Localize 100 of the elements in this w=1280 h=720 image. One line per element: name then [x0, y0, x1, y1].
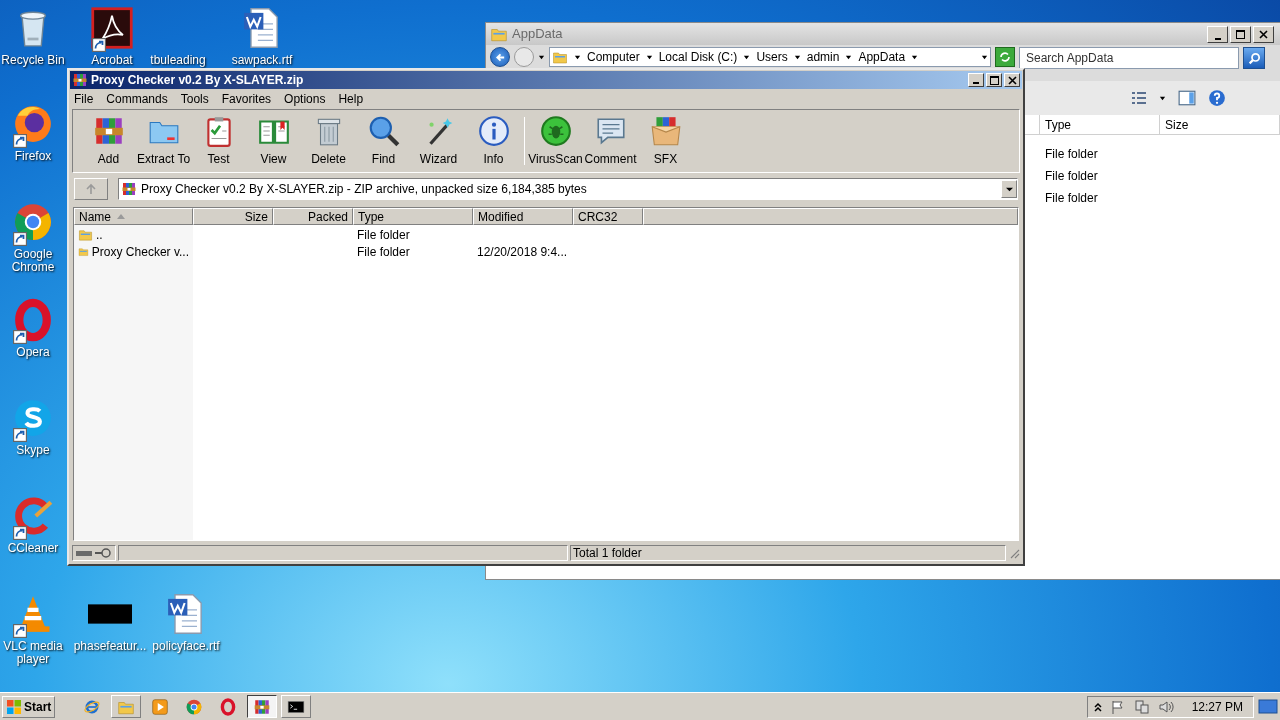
caret-icon: [1005, 185, 1013, 193]
close-button[interactable]: [1253, 25, 1274, 43]
menu-item[interactable]: File: [74, 90, 94, 108]
table-cell-text: File folder: [1044, 168, 1099, 185]
close-button[interactable]: [1004, 73, 1020, 87]
toolbar-button[interactable]: Delete: [301, 112, 356, 170]
address-bar[interactable]: Computer Local Disk (C:) Users admin AppData: [549, 47, 991, 67]
desktop-icon-label[interactable]: Firefox: [14, 150, 52, 163]
breadcrumb[interactable]: Computer: [587, 50, 640, 64]
close-icon: [1259, 29, 1268, 39]
caret-icon[interactable]: [538, 53, 545, 61]
chevron-up-icon[interactable]: [1093, 701, 1102, 712]
view-options-icon[interactable]: [1131, 90, 1147, 106]
folder-icon: [78, 227, 93, 242]
refresh-icon: [999, 51, 1011, 63]
maximize-button[interactable]: [1230, 25, 1251, 43]
toolbar-button[interactable]: VirusScan: [528, 112, 583, 170]
key-icon: [95, 548, 111, 558]
column-header[interactable]: Modified: [473, 208, 573, 225]
column-header[interactable]: Packed: [273, 208, 353, 225]
search-field[interactable]: Search AppData: [1019, 47, 1239, 69]
menu-item[interactable]: Help: [338, 90, 364, 108]
desktop-icon-label[interactable]: Acrobat: [91, 54, 133, 67]
info-icon: [476, 114, 511, 148]
column-header[interactable]: Size: [1159, 115, 1279, 134]
caret-icon[interactable]: [645, 53, 653, 61]
folder-icon: [552, 49, 568, 65]
resize-grip-icon[interactable]: [1008, 547, 1020, 559]
minimize-icon: [1214, 37, 1221, 40]
show-desktop-icon[interactable]: [1258, 698, 1278, 715]
menu-item[interactable]: Commands: [106, 90, 168, 108]
menu-item[interactable]: Favorites: [221, 90, 272, 108]
dropdown-button[interactable]: [1001, 180, 1017, 198]
desktop-icon-label[interactable]: Recycle Bin: [1, 54, 65, 67]
speaker-icon[interactable]: [1157, 698, 1174, 715]
minimize-button[interactable]: [968, 73, 984, 87]
desktop-icon-label[interactable]: Google Chrome: [0, 248, 66, 274]
help-icon[interactable]: [1208, 89, 1226, 107]
path-combo[interactable]: Proxy Checker v0.2 By X-SLAYER.zip - ZIP archive, unpacked size 6,184,385 bytes: [118, 178, 1018, 200]
column-header[interactable]: CRC32: [573, 208, 643, 225]
browser-icon[interactable]: [219, 697, 238, 716]
arrow-left-icon: [494, 51, 506, 63]
desktop-icon-label[interactable]: sawpack.rtf: [231, 54, 293, 67]
drive-icon: [76, 549, 92, 557]
search-button[interactable]: [1243, 47, 1265, 69]
caret-icon[interactable]: [793, 53, 801, 61]
books-icon: [253, 697, 272, 716]
status-text: Total 1 folder: [573, 545, 642, 562]
toolbar-button[interactable]: Test: [191, 112, 246, 170]
caret-icon[interactable]: [911, 53, 919, 61]
sort-arrow-icon: [117, 213, 125, 220]
table-cell-text: File folder: [1044, 146, 1099, 163]
menu-item[interactable]: Options: [284, 90, 326, 108]
bug-icon: [538, 114, 573, 148]
breadcrumb[interactable]: Users: [756, 50, 788, 64]
window-title: AppData: [512, 25, 564, 44]
table-cell-text: 12/20/2018 9:4...: [477, 243, 568, 261]
caret-icon[interactable]: [981, 53, 988, 61]
table-cell-text: File folder: [1044, 190, 1099, 207]
file-name[interactable]: Proxy Checker v...: [91, 242, 189, 261]
minimize-button[interactable]: [1207, 25, 1228, 43]
caret-icon[interactable]: [743, 53, 751, 61]
toolbar-button[interactable]: Info: [466, 112, 521, 170]
start-button[interactable]: Start: [2, 695, 56, 718]
taskbar-button[interactable]: [247, 695, 278, 718]
desktop-icon-label[interactable]: tbuleading: [150, 54, 206, 67]
toolbar-button[interactable]: Wizard: [411, 112, 466, 170]
toolbar-button[interactable]: Extract To: [136, 112, 191, 170]
column-header[interactable]: Size: [193, 208, 273, 225]
menu-item[interactable]: Tools: [180, 90, 209, 108]
search-icon: [1247, 51, 1261, 65]
toolbar-button[interactable]: Add: [81, 112, 136, 170]
up-button[interactable]: [74, 178, 108, 200]
column-header[interactable]: Name: [74, 208, 193, 225]
caret-icon[interactable]: [1159, 94, 1166, 102]
toolbar-button[interactable]: Comment: [583, 112, 638, 170]
caret-icon[interactable]: [845, 53, 853, 61]
toolbar-button[interactable]: Find: [356, 112, 411, 170]
maximize-icon: [989, 75, 999, 85]
column-header[interactable]: Type: [353, 208, 473, 225]
maximize-icon: [1236, 29, 1245, 39]
breadcrumb[interactable]: Local Disk (C:): [658, 50, 738, 64]
column-header[interactable]: Type: [1039, 115, 1159, 134]
flag-icon[interactable]: [1109, 698, 1126, 715]
breadcrumb[interactable]: admin: [806, 50, 840, 64]
toolbar-button[interactable]: View: [246, 112, 301, 170]
back-button[interactable]: [490, 47, 510, 67]
breadcrumb[interactable]: AppData: [858, 50, 906, 64]
network-icon[interactable]: [1133, 698, 1150, 715]
books-icon: [121, 181, 137, 197]
play-icon[interactable]: [151, 697, 170, 716]
caret-icon[interactable]: [574, 53, 581, 61]
toolbar-button[interactable]: SFX: [638, 112, 693, 170]
app-icon: [90, 6, 134, 50]
file-name[interactable]: ..: [96, 225, 103, 244]
table-cell-text: File folder: [357, 226, 410, 244]
browser-icon[interactable]: [185, 697, 204, 716]
refresh-button[interactable]: [995, 47, 1015, 67]
maximize-button[interactable]: [986, 73, 1002, 87]
preview-pane-icon[interactable]: [1178, 89, 1196, 107]
